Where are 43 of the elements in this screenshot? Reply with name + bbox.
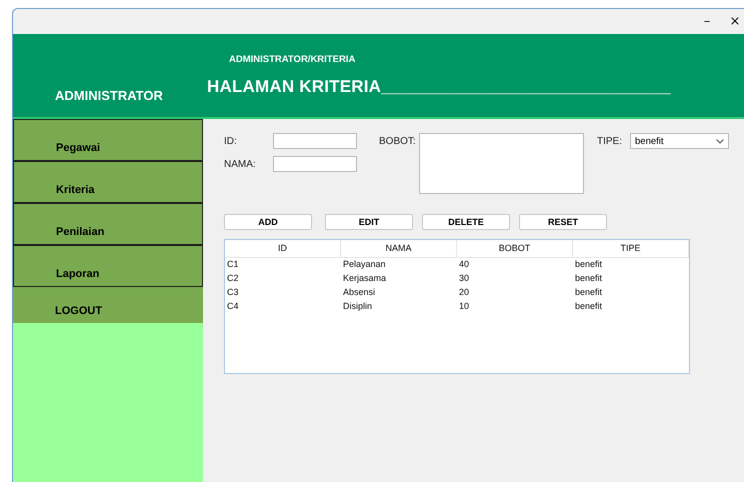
field-label: BOBOT: bbox=[379, 136, 416, 146]
table-cell: Disiplin bbox=[343, 301, 372, 311]
sidebar-item[interactable]: Penilaian bbox=[13, 203, 203, 245]
table-cell: 40 bbox=[459, 259, 470, 269]
breadcrumb: ADMINISTRATOR/KRITERIA bbox=[229, 54, 356, 65]
table-cell: Kerjasama bbox=[343, 273, 386, 283]
table-cell: C2 bbox=[227, 273, 239, 283]
table-cell: Pelayanan bbox=[343, 259, 386, 269]
nama-field[interactable] bbox=[273, 156, 357, 172]
sidebar-item[interactable]: Laporan bbox=[13, 245, 203, 287]
table-cell: C3 bbox=[227, 287, 239, 297]
table-cell: 20 bbox=[459, 287, 470, 297]
role-label: ADMINISTRATOR bbox=[55, 88, 163, 103]
action-button[interactable]: ADD bbox=[224, 214, 312, 230]
table-cell: benefit bbox=[575, 301, 602, 311]
chevron-icon bbox=[716, 138, 724, 144]
close-button[interactable]: × bbox=[729, 14, 741, 28]
column-header: NAMA bbox=[341, 240, 457, 258]
column-header: ID bbox=[225, 240, 341, 258]
sidebar-item[interactable]: Pegawai bbox=[13, 119, 203, 161]
table-cell: benefit bbox=[575, 287, 602, 297]
table-cell: 10 bbox=[459, 301, 470, 311]
table-cell: 30 bbox=[459, 273, 470, 283]
action-button[interactable]: RESET bbox=[519, 214, 607, 230]
column-header: TIPE bbox=[573, 240, 689, 258]
bobot-field[interactable] bbox=[419, 133, 584, 194]
table-cell: benefit bbox=[575, 259, 602, 269]
page-title: HALAMAN KRITERIA______________________________ bbox=[207, 77, 671, 97]
field-label: ID: bbox=[224, 136, 237, 146]
field-label: TIPE: bbox=[597, 136, 622, 146]
id-field[interactable] bbox=[273, 133, 357, 149]
action-button[interactable]: EDIT bbox=[325, 214, 413, 230]
logout-item[interactable]: LOGOUT bbox=[13, 287, 203, 323]
table-cell: C1 bbox=[227, 259, 239, 269]
table-cell: benefit bbox=[575, 273, 602, 283]
sidebar-item[interactable]: Kriteria bbox=[13, 161, 203, 203]
table-cell: C4 bbox=[227, 301, 239, 311]
minimize-button[interactable]: – bbox=[701, 14, 713, 28]
table-cell: Absensi bbox=[343, 287, 376, 297]
tipe-dropdown[interactable]: benefit bbox=[630, 133, 729, 149]
action-button[interactable]: DELETE bbox=[422, 214, 510, 230]
column-header: BOBOT bbox=[457, 240, 573, 258]
field-label: NAMA: bbox=[224, 158, 256, 170]
